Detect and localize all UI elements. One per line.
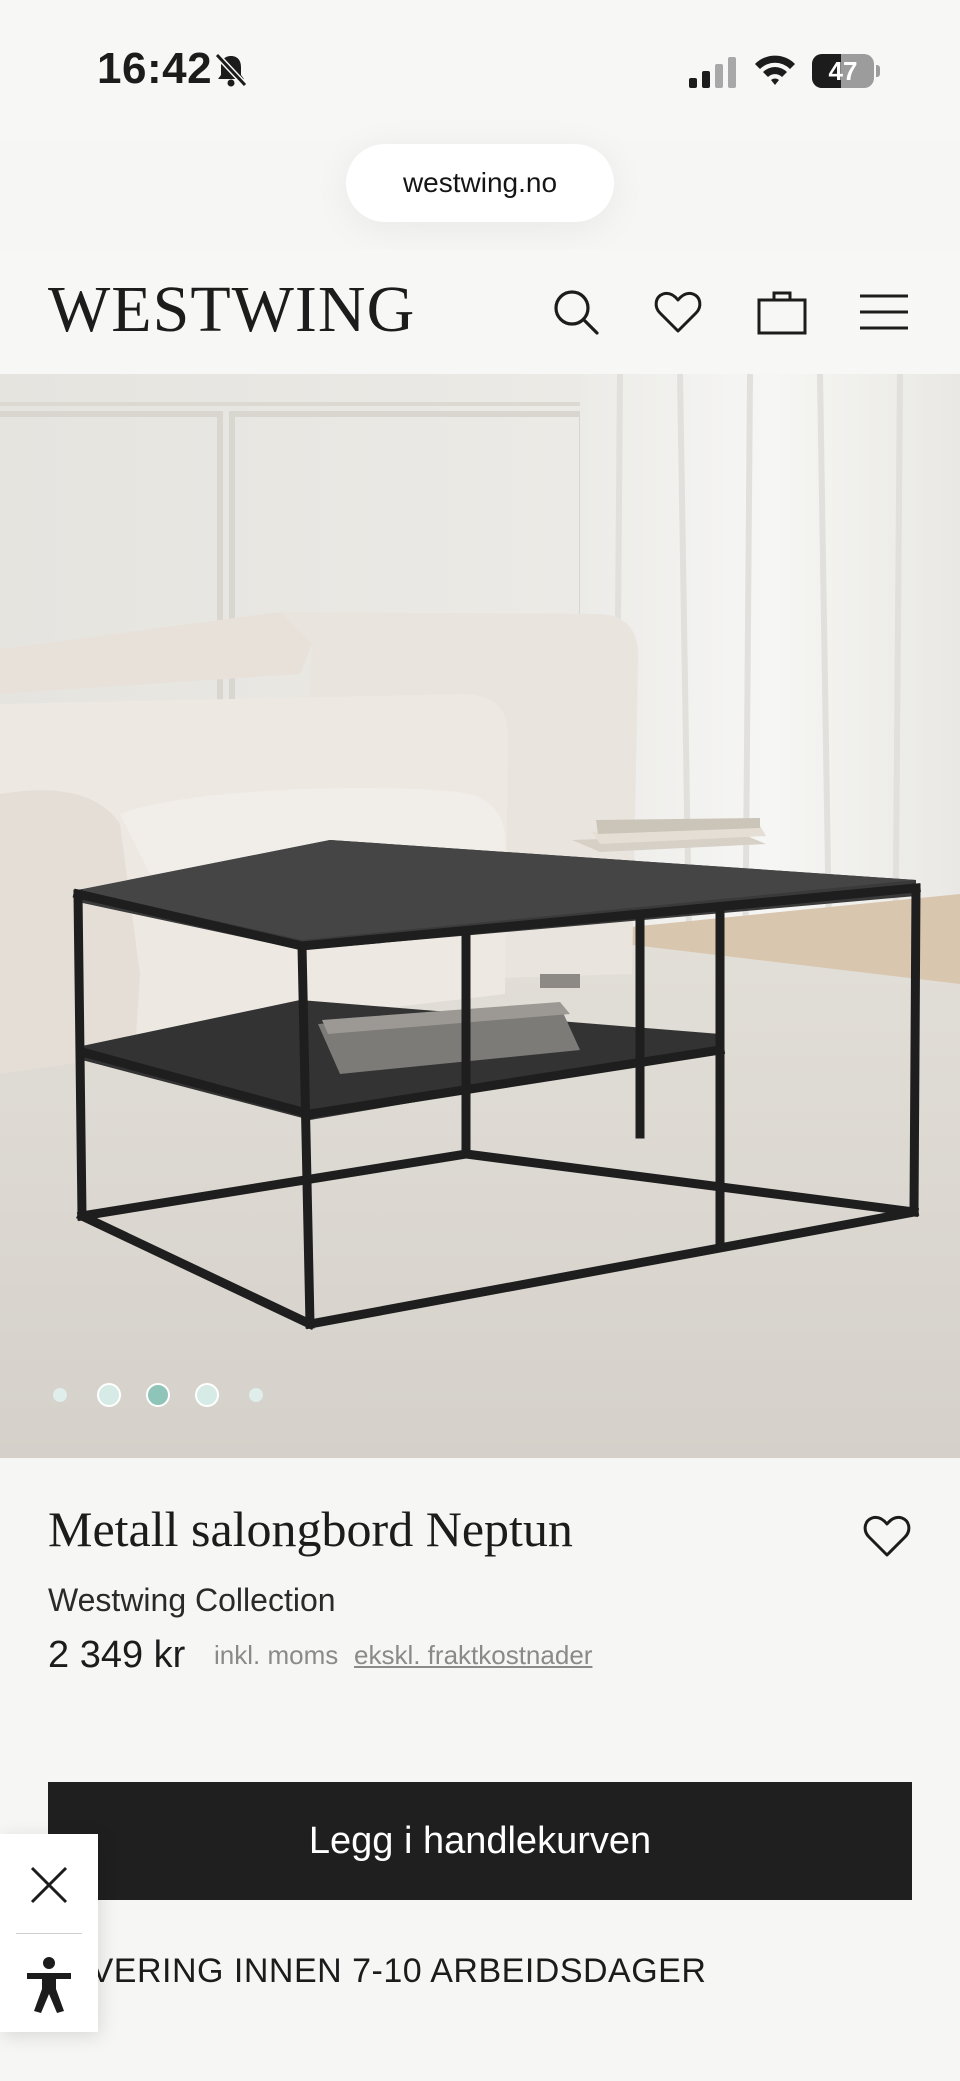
gallery-dot[interactable] [195, 1383, 219, 1407]
heart-icon [654, 291, 702, 333]
shipping-cost-link[interactable]: ekskl. fraktkostnader [354, 1640, 592, 1671]
battery-cap [876, 65, 880, 77]
status-bar: 16:42 47 [0, 0, 960, 140]
product-photo [0, 374, 960, 1458]
cellular-signal-icon [689, 57, 736, 88]
shopping-bag-icon [757, 291, 807, 335]
search-button[interactable] [550, 286, 602, 338]
address-bar[interactable]: westwing.no [346, 144, 614, 222]
add-to-wishlist-button[interactable] [860, 1510, 914, 1560]
divider [16, 1933, 82, 1934]
wishlist-button[interactable] [652, 286, 704, 338]
product-brand[interactable]: Westwing Collection [48, 1582, 336, 1619]
battery-icon: 47 [812, 54, 874, 88]
menu-button[interactable] [858, 286, 910, 338]
accessibility-widget [0, 1834, 98, 2032]
site-logo[interactable]: WESTWING [48, 272, 415, 348]
battery-indicator: 47 [812, 54, 880, 88]
heart-icon [863, 1515, 911, 1557]
site-header: WESTWING [0, 250, 960, 374]
gallery-dot[interactable] [249, 1388, 263, 1402]
product-price: 2 349 kr [48, 1634, 186, 1676]
product-image-gallery[interactable] [0, 374, 960, 1458]
wifi-icon [755, 55, 795, 85]
gallery-dot[interactable] [53, 1388, 67, 1402]
bell-muted-icon [214, 52, 248, 88]
product-title: Metall salongbord Neptun [48, 1501, 573, 1557]
vat-note: inkl. moms [214, 1640, 339, 1670]
search-icon [554, 290, 599, 335]
close-icon[interactable] [28, 1864, 70, 1906]
cart-button[interactable] [756, 286, 808, 338]
accessibility-person-icon[interactable] [24, 1956, 74, 2014]
gallery-dot[interactable] [146, 1383, 170, 1407]
gallery-dot[interactable] [97, 1383, 121, 1407]
add-to-cart-button[interactable]: Legg i handlekurven [48, 1782, 912, 1900]
menu-icon [860, 294, 908, 330]
battery-level: 47 [828, 56, 858, 86]
status-time: 16:42 [97, 44, 213, 93]
delivery-info: LEVERING INNEN 7-10 ARBEIDSDAGER [48, 1952, 707, 1990]
